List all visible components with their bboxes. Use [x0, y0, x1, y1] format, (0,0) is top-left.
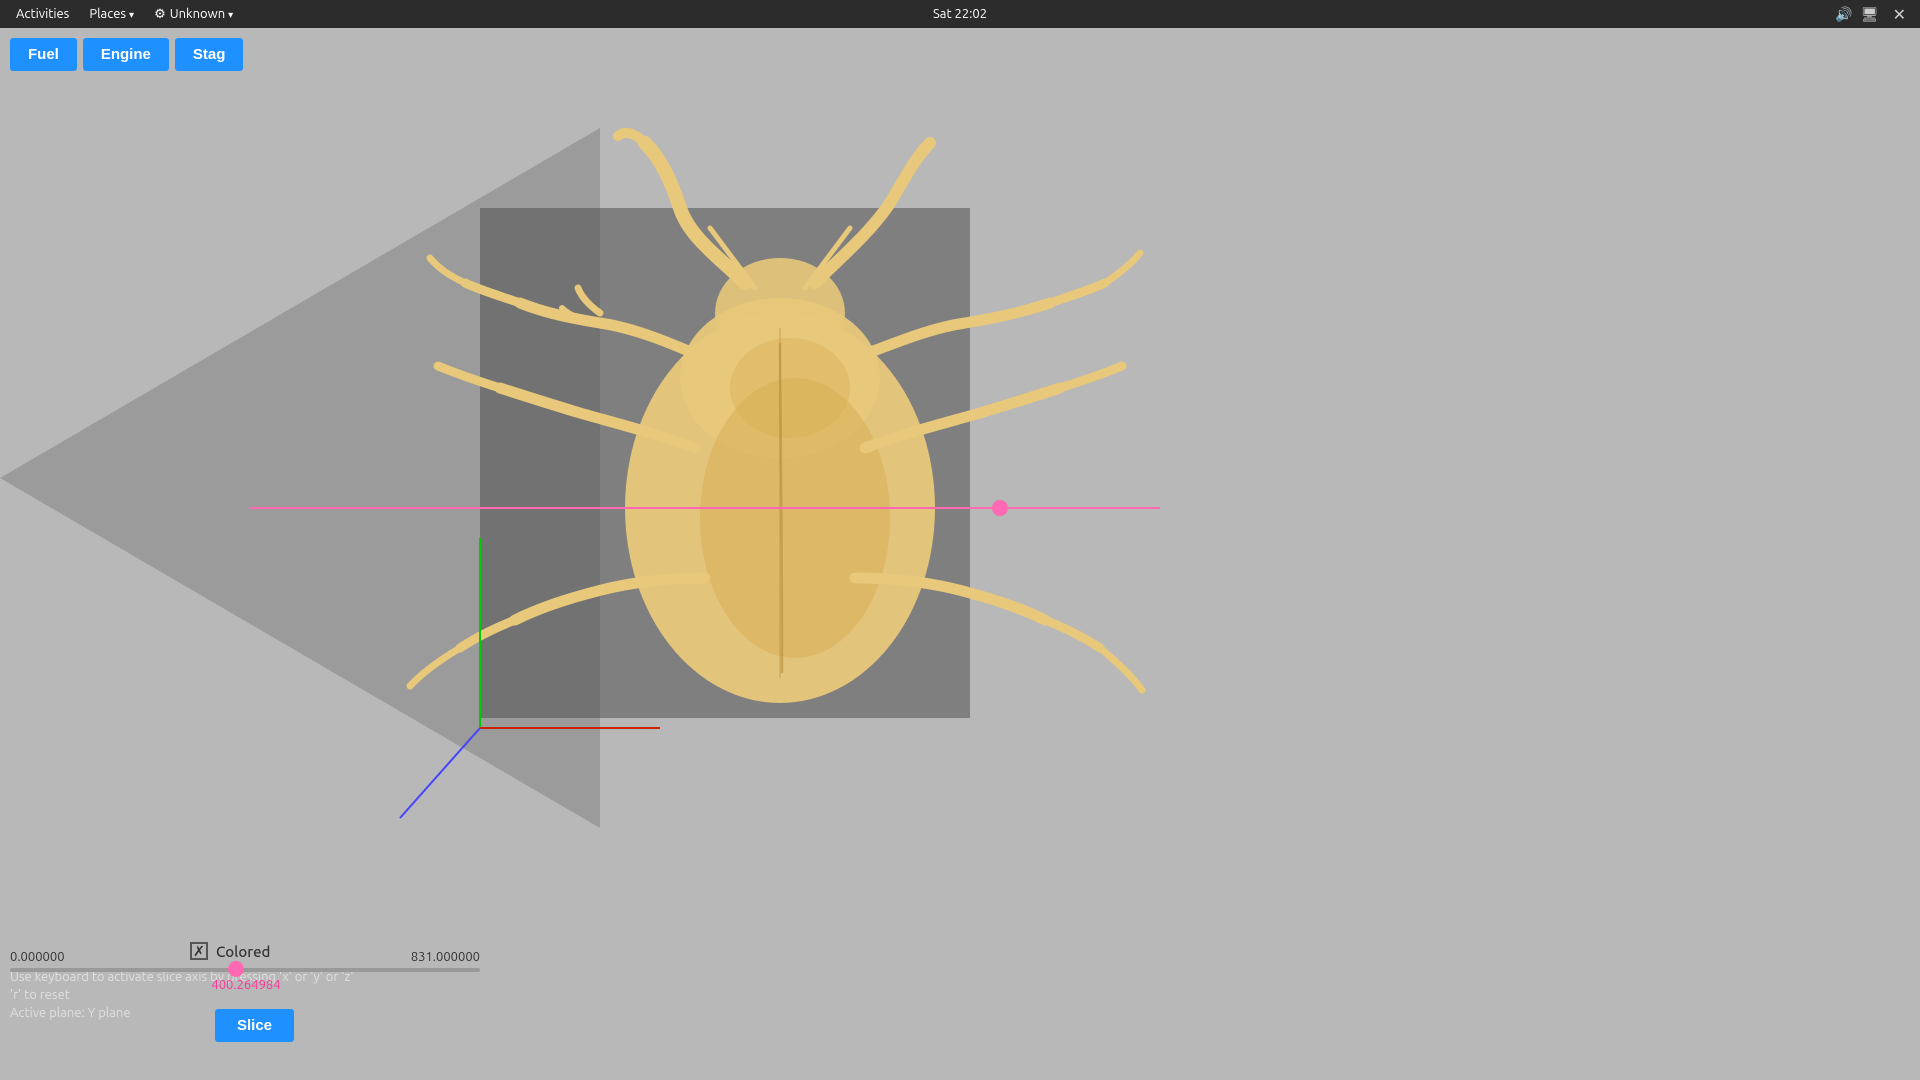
- slider-track[interactable]: [10, 968, 480, 972]
- unknown-icon: ⚙: [154, 7, 166, 21]
- slider-thumb[interactable]: [228, 961, 244, 977]
- top-bar-right: 🔊 🖥 ✕: [1835, 5, 1912, 24]
- slider-value: 400.264984: [10, 978, 480, 992]
- volume-icon[interactable]: 🔊: [1835, 6, 1852, 23]
- fuel-button[interactable]: Fuel: [10, 38, 77, 71]
- slider-min: 0.000000: [10, 950, 65, 964]
- active-plane-text: Active plane: Y plane: [10, 1006, 354, 1020]
- stag-button[interactable]: Stag: [175, 38, 244, 71]
- slice-btn-container: Slice: [215, 1009, 294, 1042]
- places-arrow: ▾: [129, 9, 134, 20]
- top-bar: Activities Places▾ ⚙Unknown▾ Sat 22:02 🔊…: [0, 0, 1920, 28]
- unknown-menu[interactable]: ⚙Unknown▾: [146, 5, 241, 24]
- slider-labels: 0.000000 831.000000: [10, 950, 480, 964]
- slice-button[interactable]: Slice: [215, 1009, 294, 1042]
- slider-max: 831.000000: [411, 950, 480, 964]
- beetle-container: [350, 128, 1150, 808]
- tool-buttons: Fuel Engine Stag: [10, 38, 243, 71]
- places-menu[interactable]: Places▾: [81, 5, 142, 23]
- main-canvas: Fuel Engine Stag: [0, 28, 1920, 1080]
- close-button[interactable]: ✕: [1887, 5, 1912, 24]
- datetime-display: Sat 22:02: [933, 7, 987, 21]
- unknown-arrow: ▾: [228, 9, 233, 20]
- slider-area: 0.000000 831.000000 400.264984: [10, 950, 480, 992]
- engine-button[interactable]: Engine: [83, 38, 169, 71]
- network-icon[interactable]: 🖥: [1861, 6, 1879, 23]
- activities-menu[interactable]: Activities: [8, 5, 77, 23]
- top-bar-left: Activities Places▾ ⚙Unknown▾: [8, 5, 241, 24]
